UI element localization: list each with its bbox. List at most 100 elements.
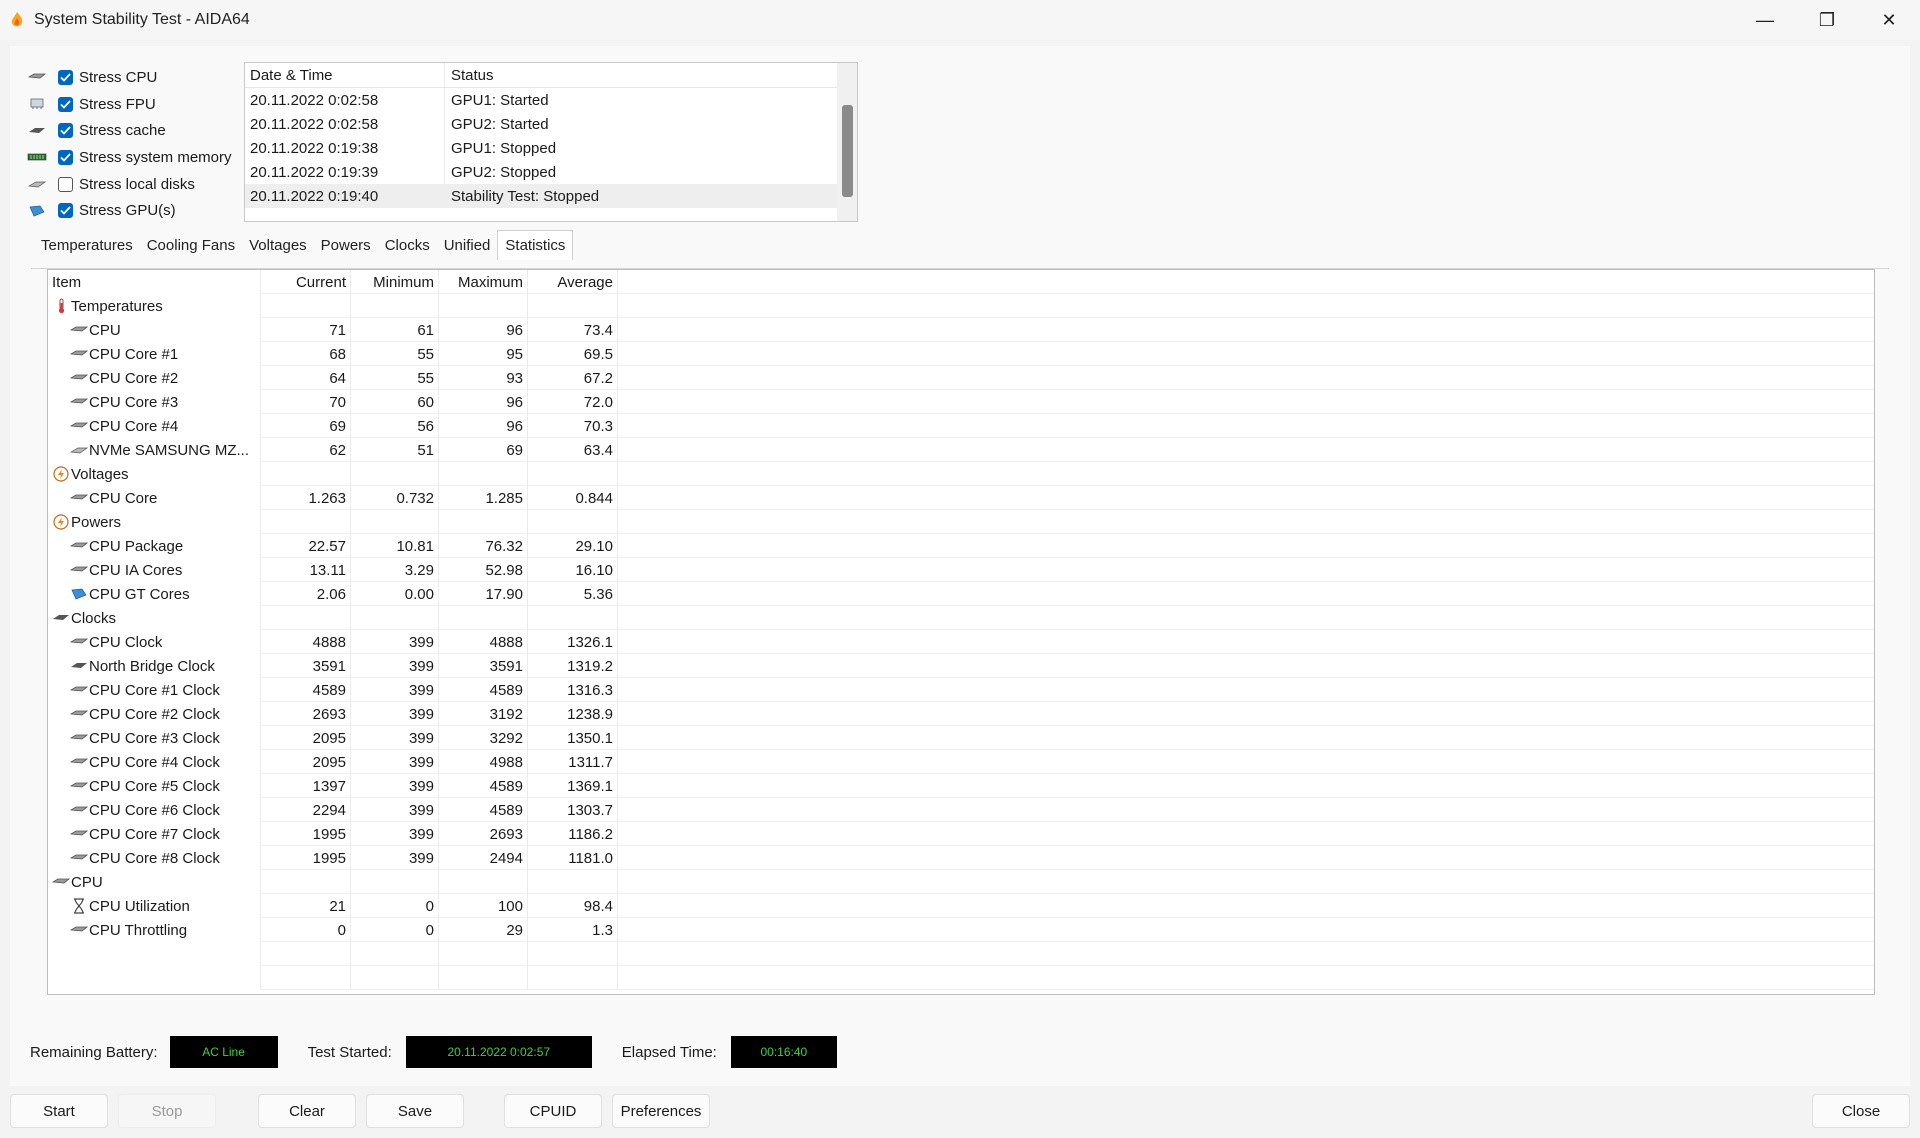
log-scrollbar-thumb[interactable]	[842, 105, 853, 197]
start-button[interactable]: Start	[10, 1094, 108, 1128]
stress-option[interactable]: Stress system memory	[26, 144, 232, 171]
table-row[interactable]: CPU 71 61 96 73.4	[48, 318, 1874, 342]
cell-minimum: 51	[351, 438, 439, 462]
group-row[interactable]: Powers	[48, 510, 1874, 534]
gpu-icon	[70, 587, 88, 601]
cell-average: 1186.2	[528, 822, 618, 846]
stress-option[interactable]: Stress GPU(s)	[26, 197, 232, 224]
table-row[interactable]: CPU Core #1 68 55 95 69.5	[48, 342, 1874, 366]
cell-current	[261, 294, 351, 318]
cell-minimum: 60	[351, 390, 439, 414]
table-row[interactable]: CPU Core #2 Clock 2693 399 3192 1238.9	[48, 702, 1874, 726]
stress-option[interactable]: Stress cache	[26, 117, 232, 144]
col-header-current[interactable]: Current	[261, 270, 351, 294]
log-row[interactable]: 20.11.2022 0:02:58 GPU1: Started	[245, 88, 857, 112]
stress-checkbox[interactable]	[58, 176, 73, 192]
cpu-chip-icon	[70, 827, 88, 841]
log-row[interactable]: 20.11.2022 0:19:40 Stability Test: Stoppe…	[245, 184, 857, 208]
table-row[interactable]: North Bridge Clock 3591 399 3591 1319.2	[48, 654, 1874, 678]
log-header-datetime[interactable]: Date & Time	[245, 63, 445, 87]
battery-label: Remaining Battery:	[30, 1043, 158, 1061]
cell-item: CPU Core #2	[48, 366, 261, 390]
col-header-minimum[interactable]: Minimum	[351, 270, 439, 294]
log-header-status[interactable]: Status	[445, 63, 857, 87]
cell-item: CPU Core #1	[48, 342, 261, 366]
cell-current: 1995	[261, 822, 351, 846]
table-row[interactable]: CPU IA Cores 13.11 3.29 52.98 16.10	[48, 558, 1874, 582]
stress-option[interactable]: Stress CPU	[26, 64, 232, 91]
cell-minimum: 0.00	[351, 582, 439, 606]
cell-current	[261, 510, 351, 534]
restore-button[interactable]: ❐	[1796, 0, 1858, 40]
table-row[interactable]: CPU Core #1 Clock 4589 399 4589 1316.3	[48, 678, 1874, 702]
cell-average: 5.36	[528, 582, 618, 606]
group-row[interactable]: CPU	[48, 870, 1874, 894]
cell-minimum: 55	[351, 366, 439, 390]
northbridge-icon	[70, 659, 88, 673]
group-row[interactable]: Clocks	[48, 606, 1874, 630]
col-header-average[interactable]: Average	[528, 270, 618, 294]
table-row[interactable]: NVMe SAMSUNG MZ... 62 51 69 63.4	[48, 438, 1874, 462]
cpu-chip-icon	[70, 923, 88, 937]
stop-button[interactable]: Stop	[118, 1094, 216, 1128]
group-row[interactable]: Temperatures	[48, 294, 1874, 318]
log-row[interactable]: 20.11.2022 0:19:38 GPU1: Stopped	[245, 136, 857, 160]
stress-checkbox[interactable]	[58, 203, 73, 219]
tab-clocks[interactable]: Clocks	[378, 237, 437, 260]
table-row[interactable]: CPU Core #6 Clock 2294 399 4589 1303.7	[48, 798, 1874, 822]
col-header-item[interactable]: Item	[48, 270, 261, 294]
tab-voltages[interactable]: Voltages	[242, 237, 314, 260]
log-scrollbar[interactable]	[837, 63, 857, 221]
tab-cooling-fans[interactable]: Cooling Fans	[140, 237, 242, 260]
clear-button[interactable]: Clear	[258, 1094, 356, 1128]
stress-option-label: Stress cache	[79, 122, 166, 140]
close-window-button[interactable]: ✕	[1858, 0, 1920, 40]
event-log[interactable]: Date & Time Status 20.11.2022 0:02:58 GPU…	[244, 62, 858, 222]
tab-temperatures[interactable]: Temperatures	[34, 237, 140, 260]
table-row[interactable]: CPU Core #5 Clock 1397 399 4589 1369.1	[48, 774, 1874, 798]
tab-statistics[interactable]: Statistics	[497, 230, 574, 260]
log-row[interactable]: 20.11.2022 0:19:39 GPU2: Stopped	[245, 160, 857, 184]
tab-unified[interactable]: Unified	[437, 237, 498, 260]
cpuid-button[interactable]: CPUID	[504, 1094, 602, 1128]
stress-checkbox[interactable]	[58, 123, 73, 139]
preferences-button[interactable]: Preferences	[612, 1094, 710, 1128]
table-row[interactable]: CPU Core #3 70 60 96 72.0	[48, 390, 1874, 414]
stress-option[interactable]: Stress local disks	[26, 171, 232, 198]
table-row[interactable]: CPU Core #3 Clock 2095 399 3292 1350.1	[48, 726, 1874, 750]
close-button[interactable]: Close	[1812, 1094, 1910, 1128]
stress-option[interactable]: Stress FPU	[26, 91, 232, 118]
table-row[interactable]: CPU Utilization 21 0 100 98.4	[48, 894, 1874, 918]
stress-checkbox[interactable]	[58, 96, 73, 112]
table-row[interactable]: CPU Core #7 Clock 1995 399 2693 1186.2	[48, 822, 1874, 846]
log-row[interactable]: 20.11.2022 0:02:58 GPU2: Started	[245, 112, 857, 136]
minimize-button[interactable]: —	[1734, 0, 1796, 40]
log-header: Date & Time Status	[245, 63, 857, 88]
cell-minimum: 399	[351, 678, 439, 702]
log-status: GPU1: Started	[451, 91, 549, 109]
table-row[interactable]: CPU Core 1.263 0.732 1.285 0.844	[48, 486, 1874, 510]
item-label: CPU IA Cores	[89, 561, 183, 579]
cell-average: 1181.0	[528, 846, 618, 870]
cell-current: 2693	[261, 702, 351, 726]
cell-maximum: 29	[439, 918, 528, 942]
table-row[interactable]: CPU Core #4 69 56 96 70.3	[48, 414, 1874, 438]
cell-maximum: 2494	[439, 846, 528, 870]
table-row[interactable]: CPU Package 22.57 10.81 76.32 29.10	[48, 534, 1874, 558]
cell-maximum	[439, 606, 528, 630]
save-button[interactable]: Save	[366, 1094, 464, 1128]
col-header-maximum[interactable]: Maximum	[439, 270, 528, 294]
stress-checkbox[interactable]	[58, 69, 73, 85]
table-row[interactable]: CPU GT Cores 2.06 0.00 17.90 5.36	[48, 582, 1874, 606]
cell-item: NVMe SAMSUNG MZ...	[48, 438, 261, 462]
statistics-table[interactable]: Item Current Minimum Maximum Average Tem…	[47, 269, 1875, 995]
table-row[interactable]: CPU Core #2 64 55 93 67.2	[48, 366, 1874, 390]
table-row[interactable]: CPU Clock 4888 399 4888 1326.1	[48, 630, 1874, 654]
table-row[interactable]: CPU Core #8 Clock 1995 399 2494 1181.0	[48, 846, 1874, 870]
memory-icon	[26, 151, 48, 163]
group-row[interactable]: Voltages	[48, 462, 1874, 486]
table-row[interactable]: CPU Core #4 Clock 2095 399 4988 1311.7	[48, 750, 1874, 774]
tab-powers[interactable]: Powers	[314, 237, 378, 260]
table-row[interactable]: CPU Throttling 0 0 29 1.3	[48, 918, 1874, 942]
stress-checkbox[interactable]	[58, 149, 73, 165]
